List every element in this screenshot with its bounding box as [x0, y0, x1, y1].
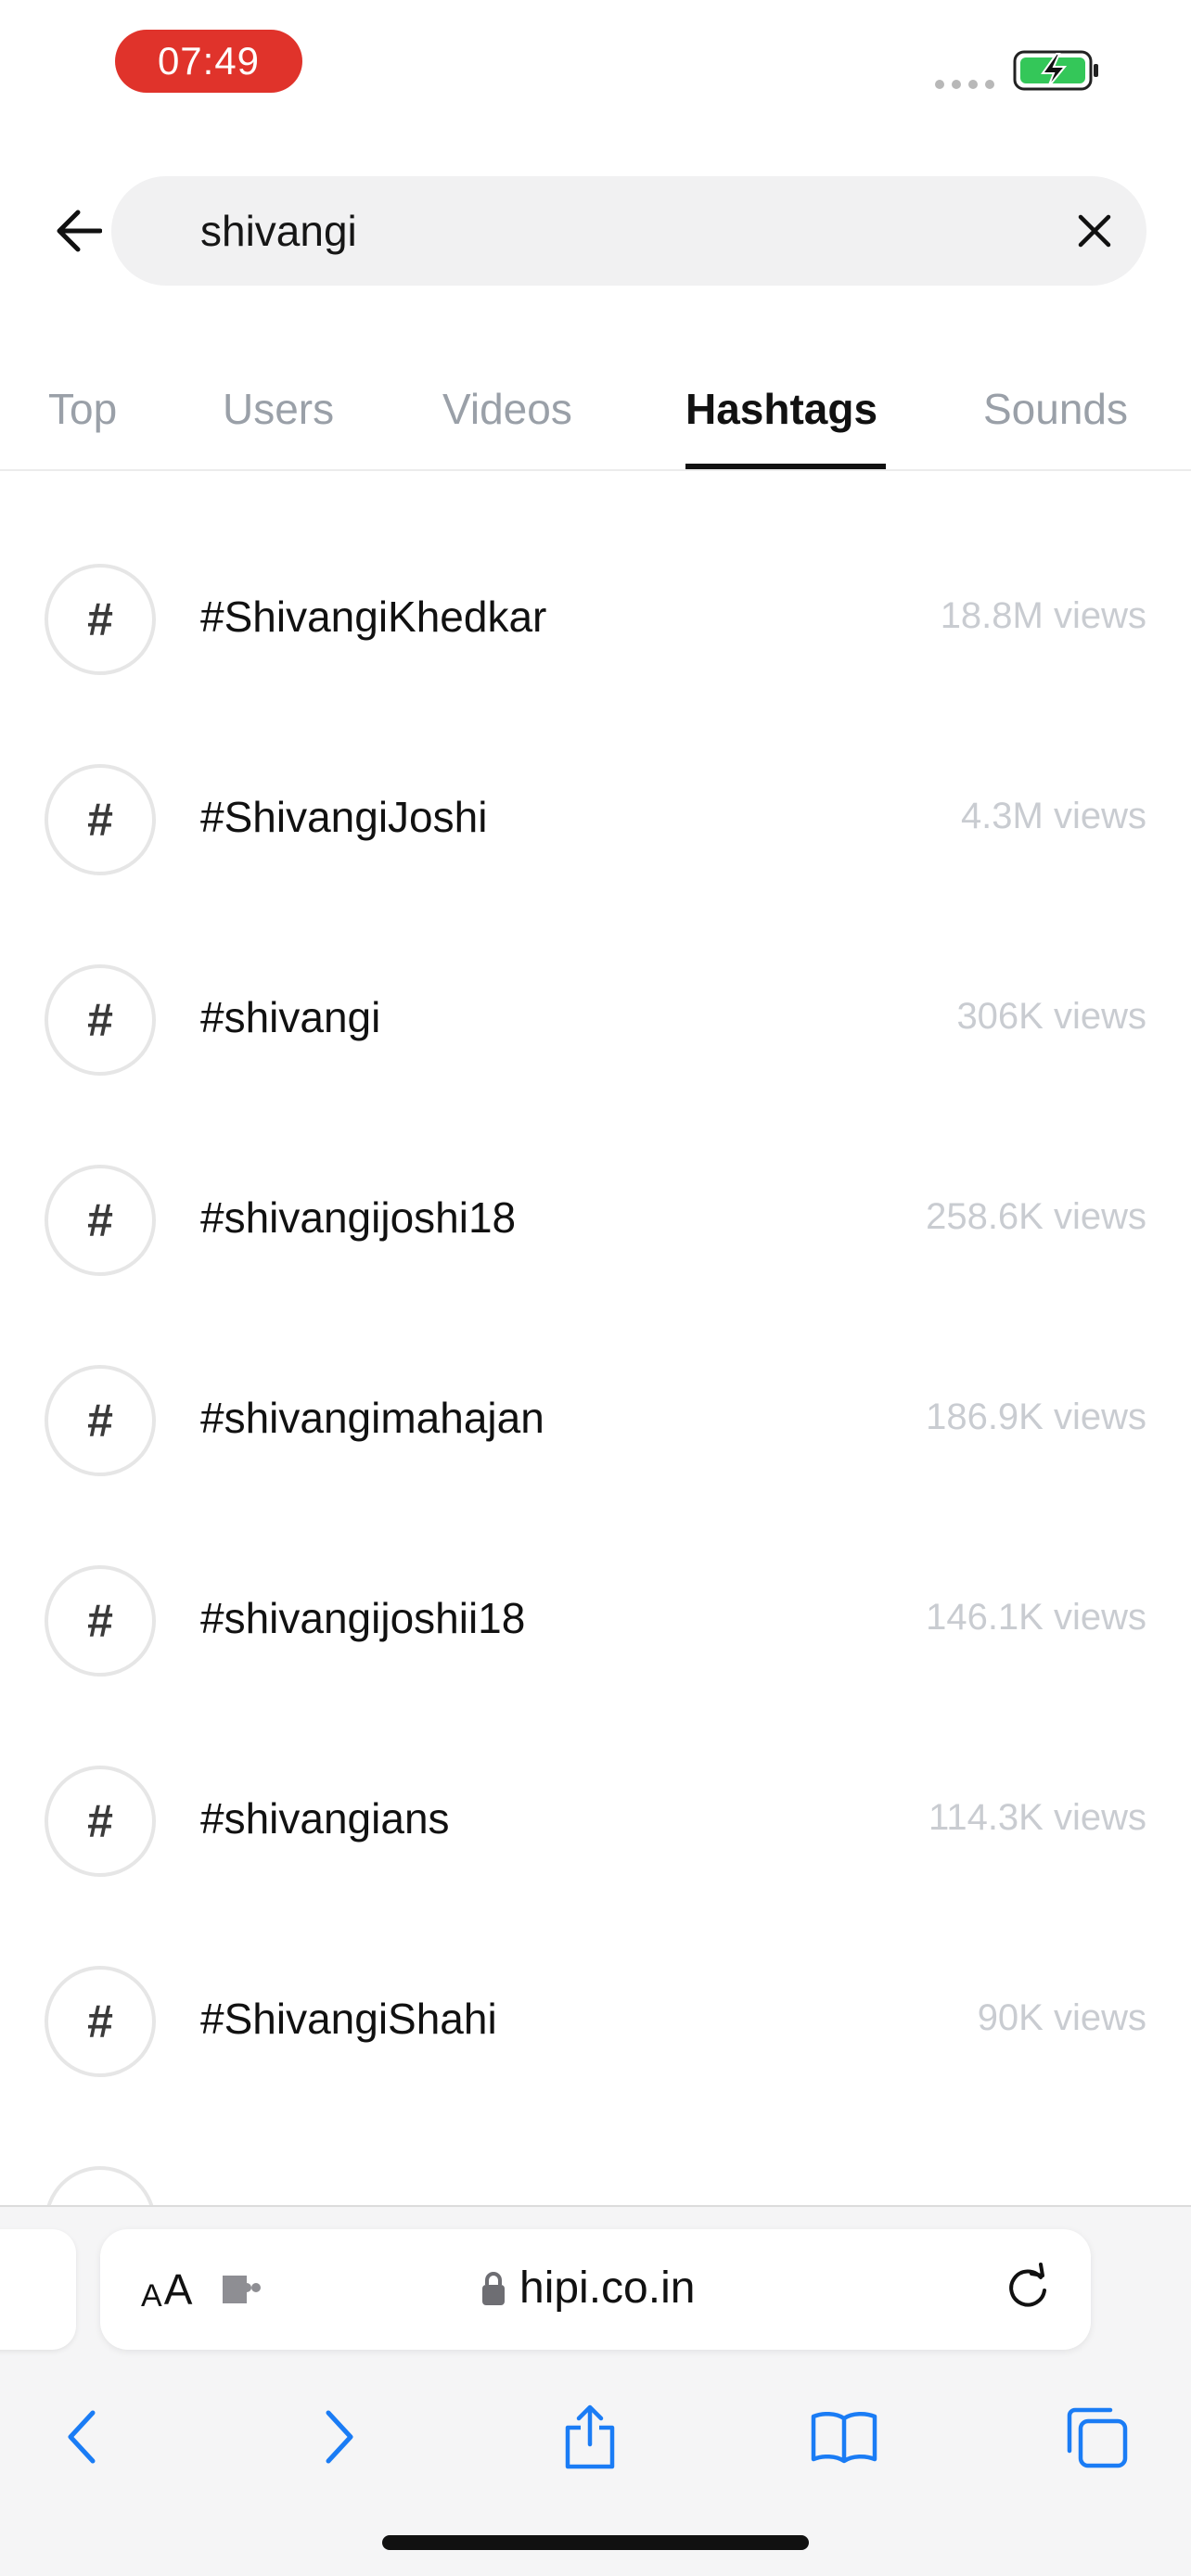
hashtag-icon: # [45, 1165, 156, 1276]
hashtag-views: 258.6K views [926, 1196, 1146, 1237]
hashtag-list: # #ShivangiKhedkar 18.8M views # #Shivan… [0, 519, 1191, 2207]
hashtag-row[interactable]: # #shivangi 306K views [0, 920, 1191, 1120]
tab-top[interactable]: Top [48, 384, 117, 434]
chevron-right-icon [326, 2410, 353, 2464]
hashtag-row-partial[interactable]: # [0, 2122, 1191, 2207]
text-size-button[interactable]: AA [141, 2264, 192, 2315]
hashtag-views: 114.3K views [928, 1797, 1146, 1838]
status-time: 07:49 [115, 30, 302, 93]
hashtag-row[interactable]: # #ShivangiJoshi 4.3M views [0, 720, 1191, 920]
hashtag-views: 4.3M views [960, 796, 1146, 836]
tab-videos[interactable]: Videos [442, 384, 572, 434]
hashtag-views: 90K views [977, 1997, 1146, 2038]
hashtag-row[interactable]: # #ShivangiShahi 90K views [0, 1921, 1191, 2122]
hashtag-name: #shivangijoshi18 [200, 1193, 517, 1242]
hashtag-name: #ShivangiKhedkar [200, 593, 547, 641]
chevron-left-icon [68, 2410, 96, 2464]
search-tabs: Top Users Videos Hashtags Sounds [0, 371, 1191, 471]
clear-search-button[interactable] [1067, 203, 1122, 259]
home-indicator [382, 2535, 809, 2550]
hashtag-row[interactable]: # #shivangians 114.3K views [0, 1721, 1191, 1921]
address-bar[interactable]: AA hipi.co.in [100, 2229, 1091, 2350]
back-button[interactable] [45, 200, 111, 261]
tab-hashtags[interactable]: Hashtags [685, 384, 877, 434]
hashtag-icon: # [45, 1365, 156, 1476]
tab-users[interactable]: Users [223, 384, 334, 434]
hashtag-views: 18.8M views [940, 595, 1146, 636]
tab-sounds[interactable]: Sounds [983, 384, 1128, 434]
nav-back-button[interactable] [35, 2391, 128, 2483]
active-tab-indicator [685, 464, 886, 469]
tabs-icon [1067, 2407, 1128, 2468]
url-display[interactable]: hipi.co.in [480, 2263, 695, 2314]
reload-icon[interactable] [1000, 2261, 1056, 2316]
signal-icon [935, 80, 994, 89]
extension-icon[interactable] [219, 2270, 265, 2309]
hashtag-row[interactable]: # #shivangijoshi18 258.6K views [0, 1120, 1191, 1320]
hashtag-views: 306K views [956, 996, 1146, 1037]
nav-forward-button[interactable] [293, 2391, 386, 2483]
hashtag-icon: # [45, 1966, 156, 2077]
hashtag-views: 186.9K views [926, 1396, 1146, 1437]
previous-tab-preview[interactable] [0, 2229, 76, 2350]
share-icon [565, 2404, 615, 2469]
hashtag-views: 146.1K views [926, 1597, 1146, 1638]
bookmarks-button[interactable] [798, 2391, 890, 2483]
hashtag-icon: # [45, 964, 156, 1076]
hashtag-name: #shivangi [200, 993, 381, 1041]
hashtag-row[interactable]: # #ShivangiKhedkar 18.8M views [0, 519, 1191, 720]
arrow-left-icon [57, 210, 102, 252]
hashtag-name: #ShivangiJoshi [200, 793, 488, 841]
hashtag-name: #shivangians [200, 1794, 450, 1843]
hashtag-row[interactable]: # #shivangimahajan 186.9K views [0, 1320, 1191, 1521]
hashtag-name: #shivangijoshii18 [200, 1594, 526, 1642]
lock-icon [482, 2271, 505, 2305]
battery-charging-icon [1013, 50, 1098, 91]
hashtag-icon: # [45, 564, 156, 675]
hashtag-icon: # [45, 1766, 156, 1877]
search-bar [111, 176, 1146, 286]
app-screen: 07:49 Top Users Videos Hashtags Sounds [0, 0, 1191, 2576]
share-button[interactable] [544, 2391, 636, 2483]
hashtag-icon: # [45, 2166, 156, 2207]
hashtag-icon: # [45, 764, 156, 875]
browser-toolbar: AA hipi.co.in [0, 2205, 1191, 2576]
search-input[interactable] [200, 176, 1017, 286]
hashtag-name: #shivangimahajan [200, 1394, 544, 1442]
close-icon [1078, 214, 1111, 248]
browser-nav-row [0, 2391, 1191, 2483]
book-icon [811, 2412, 877, 2464]
hashtag-name: #ShivangiShahi [200, 1995, 497, 2043]
hashtag-row[interactable]: # #shivangijoshii18 146.1K views [0, 1521, 1191, 1721]
url-text: hipi.co.in [519, 2264, 696, 2313]
hashtag-icon: # [45, 1565, 156, 1677]
tabs-button[interactable] [1050, 2391, 1143, 2483]
